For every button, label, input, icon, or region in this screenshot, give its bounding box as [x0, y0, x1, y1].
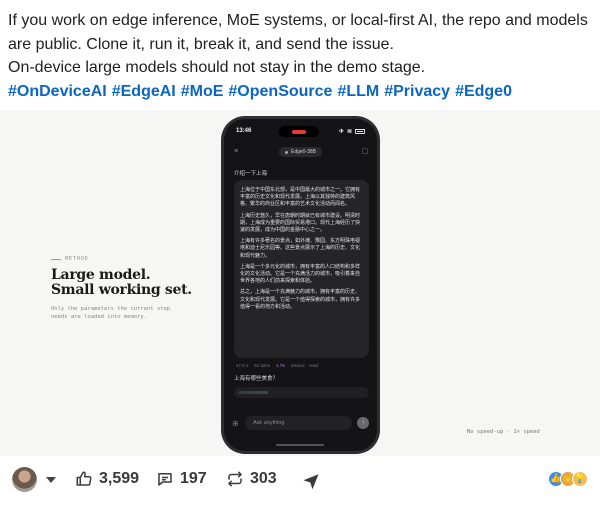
new-chat-icon[interactable]: ▢: [361, 148, 369, 156]
stat-speed: 51 tok/s: [254, 363, 271, 368]
send-icon[interactable]: ↑: [357, 417, 369, 429]
chevron-down-icon[interactable]: [46, 477, 56, 483]
hashtag-link[interactable]: #LLM: [337, 80, 379, 104]
reply-paragraph: 上海位于中国东北部，是中国最大的城市之一。它拥有丰富的历史文化和现代发展。上海以…: [240, 187, 361, 208]
home-indicator: [276, 444, 324, 446]
model-name: Edge0-38B: [290, 149, 317, 155]
generation-stats: 47.6 s 51 tok/s 1.76 tok/sec · read: [236, 363, 318, 368]
attach-icon[interactable]: ⊕: [232, 419, 240, 428]
subtext-line: Only the parameters the current step: [51, 306, 171, 312]
stat-highlight: 1.76: [276, 363, 285, 368]
thumbs-up-icon: [76, 471, 92, 486]
headline-line: Small working set.: [51, 282, 192, 298]
dynamic-island: [279, 126, 319, 137]
wifi-icon: ≋: [346, 129, 352, 135]
chat-topbar: ≡ Edge0-38B ▢: [232, 145, 369, 159]
model-selector[interactable]: Edge0-38B: [278, 147, 323, 157]
menu-icon[interactable]: ≡: [232, 148, 240, 156]
hashtag-link[interactable]: #MoE: [181, 80, 224, 104]
repost-button[interactable]: 303: [226, 470, 277, 488]
post-line: are public. Clone it, run it, break it, …: [8, 35, 394, 53]
chat-input-bar: ⊕ Ask anything ↑: [232, 415, 369, 431]
eyebrow-label: METHOD: [51, 256, 192, 262]
battery-icon: [355, 129, 365, 134]
hashtag-link[interactable]: #OpenSource: [228, 80, 332, 104]
status-time: 13:46: [236, 128, 252, 134]
post-text: If you work on edge inference, MoE syste…: [8, 9, 596, 103]
typing-indicator: [234, 387, 369, 398]
loading-shimmer: [238, 391, 268, 394]
stat-time: 47.6 s: [236, 363, 249, 368]
post-line: On-device large models should not stay i…: [8, 59, 426, 76]
repost-count: 303: [250, 470, 277, 487]
reply-paragraph: 上海有许多著名的景点，如外滩、豫园、东方明珠电视塔和迪士尼乐园等。这些景点展示了…: [240, 238, 361, 259]
model-status-icon: [284, 150, 288, 154]
repost-icon: [228, 471, 242, 487]
media-subtext: Only the parameters the current step nee…: [51, 305, 192, 321]
comment-count: 197: [180, 470, 207, 487]
speed-caption: No speed-up · 1× speed: [467, 429, 540, 435]
send-icon: [303, 474, 319, 490]
reply-paragraph: 上海历史悠久，早在唐朝时期就已有城市建设。明清时期，上海成为重要的国际贸易港口。…: [240, 212, 361, 234]
subtext-line: needs are loaded into memory.: [51, 314, 148, 320]
hashtag-list: #OnDeviceAI #EdgeAI #MoE #OpenSource #LL…: [8, 80, 596, 104]
airplane-icon: ✈: [338, 129, 344, 135]
comment-icon: [158, 473, 172, 486]
send-button[interactable]: [302, 472, 320, 490]
media-text-block: METHOD Large model. Small working set. O…: [51, 256, 192, 321]
recording-indicator: [292, 129, 306, 134]
hashtag-link[interactable]: #Edge0: [455, 80, 512, 104]
chat-input[interactable]: Ask anything: [245, 416, 352, 430]
post-line: If you work on edge inference, MoE syste…: [8, 12, 588, 29]
phone-screen: 13:46 ✈ ≋ ≡ Edge0-38B ▢ 介绍一下上海 上海位于中国东北部…: [224, 119, 377, 451]
user-message: 上海有哪些美食？: [234, 376, 279, 382]
reply-paragraph: 上海是一个多元化的城市，拥有丰富的人口结构和多样化的文化活动。它是一个充满活力的…: [240, 263, 361, 285]
phone-mockup: 13:46 ✈ ≋ ≡ Edge0-38B ▢ 介绍一下上海 上海位于中国东北部…: [221, 116, 380, 454]
status-icons: ✈ ≋: [339, 128, 365, 135]
like-button[interactable]: 3,599: [75, 470, 139, 488]
reply-paragraph: 总之，上海是一个充满魅力的城市，拥有丰富的历史、文化和现代发展。它是一个值得探索…: [240, 289, 361, 310]
assistant-reply: 上海位于中国东北部，是中国最大的城市之一。它拥有丰富的历史文化和现代发展。上海以…: [234, 180, 369, 358]
hashtag-link[interactable]: #EdgeAI: [112, 80, 176, 104]
hashtag-link[interactable]: #Privacy: [384, 80, 450, 104]
hashtag-link[interactable]: #OnDeviceAI: [8, 80, 107, 104]
stat-unit: tok/sec · read: [290, 363, 319, 368]
headline-line: Large model.: [51, 267, 151, 283]
avatar[interactable]: [12, 467, 37, 492]
comment-button[interactable]: 197: [156, 470, 207, 488]
social-actions: 3,599 197 303 👍 👏 💡: [0, 462, 600, 498]
insightful-reaction-icon: 💡: [572, 471, 588, 487]
reaction-summary[interactable]: 👍 👏 💡: [548, 471, 588, 487]
media-headline: Large model. Small working set.: [51, 268, 192, 298]
like-count: 3,599: [99, 470, 140, 487]
user-message: 介绍一下上海: [234, 171, 268, 177]
